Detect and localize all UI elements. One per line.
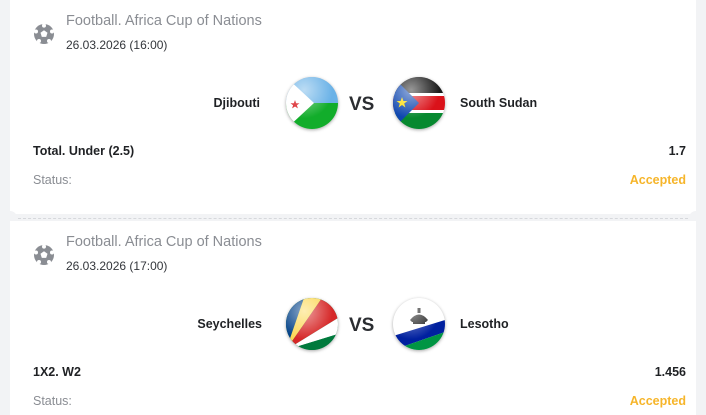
team-home-name: Djibouti bbox=[213, 96, 260, 110]
soccer-ball-icon bbox=[34, 23, 54, 44]
bet-history-page: Football. Africa Cup of Nations 26.03.20… bbox=[0, 0, 706, 415]
team-away-name: South Sudan bbox=[460, 96, 538, 110]
status-badge: Accepted bbox=[629, 394, 686, 408]
league-title: Football. Africa Cup of Nations bbox=[66, 13, 262, 29]
match-datetime: 26.03.2026 (16:00) bbox=[66, 38, 168, 52]
team-away-name: Lesotho bbox=[460, 317, 509, 331]
bet-type: Total. Under (2.5) bbox=[33, 144, 135, 158]
bet-card[interactable]: Football. Africa Cup of Nations 26.03.20… bbox=[10, 0, 696, 214]
south-sudan-flag-icon bbox=[393, 77, 445, 129]
status-label: Status: bbox=[33, 173, 72, 187]
status-label: Status: bbox=[33, 394, 72, 408]
status-badge: Accepted bbox=[629, 173, 686, 187]
bet-card[interactable]: Football. Africa Cup of Nations 26.03.20… bbox=[10, 221, 696, 415]
bet-type: 1X2. W2 bbox=[33, 365, 81, 379]
vs-label: VS bbox=[349, 94, 375, 115]
team-home-name: Seychelles bbox=[197, 317, 262, 331]
league-title: Football. Africa Cup of Nations bbox=[66, 234, 262, 250]
seychelles-flag-icon bbox=[286, 298, 338, 350]
soccer-ball-icon bbox=[34, 244, 54, 265]
ticket-divider bbox=[18, 218, 688, 219]
match-datetime: 26.03.2026 (17:00) bbox=[66, 259, 168, 273]
lesotho-flag-icon bbox=[393, 298, 445, 350]
vs-label: VS bbox=[349, 315, 375, 336]
djibouti-flag-icon bbox=[286, 77, 338, 129]
bet-odd: 1.456 bbox=[654, 365, 686, 379]
bet-odd: 1.7 bbox=[668, 144, 686, 158]
